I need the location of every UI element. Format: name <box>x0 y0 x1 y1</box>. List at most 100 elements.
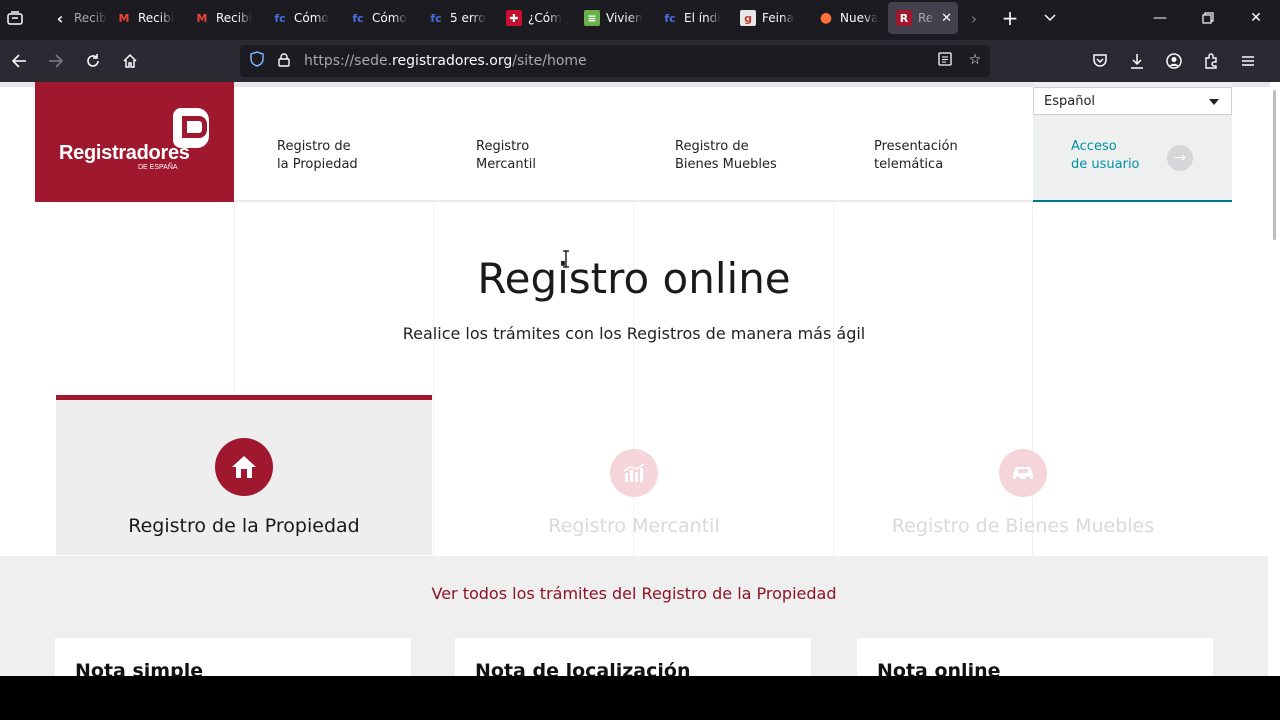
card-nota-simple[interactable]: Nota simple <box>55 638 411 676</box>
menu-registro-bienes-muebles[interactable]: Registro de Bienes Muebles <box>675 138 777 174</box>
tab-scroll-right[interactable]: › <box>958 2 990 34</box>
bookmark-star-icon[interactable]: ☆ <box>960 52 990 70</box>
category-label: Registro de la Propiedad <box>128 515 360 537</box>
url-bar[interactable]: https://sede.registradores.org/site/home… <box>240 45 990 77</box>
tab-registro-mercantil[interactable]: Registro Mercantil <box>446 395 822 555</box>
menu-label: Registro de <box>277 139 351 154</box>
minimize-button[interactable]: — <box>1136 0 1184 36</box>
caret-down-icon <box>1209 99 1219 105</box>
tab[interactable]: fc Cómo <box>264 2 342 34</box>
close-window-button[interactable]: ✕ <box>1232 0 1280 36</box>
red-cross-icon: ✚ <box>506 10 522 26</box>
card-nota-localizacion[interactable]: Nota de localización <box>455 638 811 676</box>
menu-label: Registro de <box>675 139 749 154</box>
window-controls: — ✕ <box>1136 0 1280 36</box>
page-title: Registro online <box>477 254 791 303</box>
tab[interactable]: M Recibi <box>108 2 186 34</box>
tab[interactable]: ● Nueva <box>810 2 888 34</box>
list-tabs-chevron-icon[interactable] <box>1030 2 1070 34</box>
app-menu-icon[interactable] <box>1229 40 1266 82</box>
tab-favicon: ‹ <box>56 8 64 28</box>
reader-view-icon[interactable] <box>930 52 960 70</box>
back-icon[interactable] <box>0 40 37 82</box>
category-label: Registro de Bienes Muebles <box>891 515 1155 537</box>
downloads-icon[interactable] <box>1118 40 1155 82</box>
page-scrollbar[interactable] <box>1273 90 1276 240</box>
menu-presentacion-telematica[interactable]: Presentación telemática <box>874 138 958 174</box>
firefox-icon: ● <box>819 10 833 26</box>
tab-registro-propiedad[interactable]: Registro de la Propiedad <box>56 395 432 555</box>
card-nota-online[interactable]: Nota online <box>857 638 1213 676</box>
menu-label: Presentación <box>874 139 958 154</box>
menu-label: la Propiedad <box>277 157 358 172</box>
browser-window: ‹ Recibi M Recibi M Recibi fc Cómo fc Cómo fc… <box>0 0 1280 676</box>
fc-icon: fc <box>430 11 442 25</box>
url-prefix: https://sede. <box>304 53 393 69</box>
menu-registro-propiedad[interactable]: Registro de la Propiedad <box>277 138 358 174</box>
tab-title: Reg <box>918 11 935 25</box>
forward-icon[interactable] <box>37 40 74 82</box>
fc-icon: fc <box>274 11 286 25</box>
registradores-logo[interactable]: Registradores DE ESPAÑA <box>35 82 234 202</box>
tab-title: El índi <box>684 11 721 25</box>
tab-registro-bienes-muebles[interactable]: Registro de Bienes Muebles <box>835 395 1211 555</box>
category-label: Registro Mercantil <box>548 515 720 537</box>
account-icon[interactable] <box>1155 40 1192 82</box>
tab-title: Feina <box>762 11 794 25</box>
tab-list-icon[interactable] <box>0 0 30 36</box>
fc-icon: fc <box>352 11 364 25</box>
menu-label: Mercantil <box>476 157 536 172</box>
tab[interactable]: ≡ Vivien <box>576 2 654 34</box>
url-path: /site/home <box>512 53 587 69</box>
language-select[interactable]: Español <box>1033 87 1232 115</box>
car-icon <box>999 449 1047 497</box>
gencat-icon: g <box>740 10 756 26</box>
pocket-icon[interactable] <box>1081 40 1118 82</box>
page-viewport: Registradores DE ESPAÑA Registro de la P… <box>0 82 1280 676</box>
house-icon <box>215 438 273 496</box>
restore-button[interactable] <box>1184 0 1232 36</box>
tracking-shield-icon[interactable] <box>240 51 274 71</box>
tab[interactable]: fc El índi <box>654 2 732 34</box>
spreadsheet-icon: ≡ <box>584 10 600 26</box>
card-title: Nota simple <box>75 660 204 676</box>
extensions-icon[interactable] <box>1192 40 1229 82</box>
tab[interactable]: M Recibi <box>186 2 264 34</box>
url-domain: registradores.org <box>392 53 513 69</box>
page-subtitle: Realice los trámites con los Registros d… <box>402 324 866 343</box>
registradores-favicon: R <box>896 10 912 26</box>
tab[interactable]: ✚ ¿Cóm <box>498 2 576 34</box>
close-tab-icon[interactable]: ✕ <box>941 11 952 26</box>
see-all-procedures-link[interactable]: Ver todos los trámites del Registro de l… <box>0 584 1268 603</box>
reload-icon[interactable] <box>74 40 111 82</box>
tab-title: Recibi <box>216 11 253 25</box>
menu-registro-mercantil[interactable]: Registro Mercantil <box>476 138 536 174</box>
home-icon[interactable] <box>111 40 148 82</box>
card-title: Nota de localización <box>475 660 691 676</box>
tab-title: Nueva <box>840 11 879 25</box>
tab-title: ¿Cóm <box>528 11 562 25</box>
tab[interactable]: fc 5 erro <box>420 2 498 34</box>
arrow-right-icon[interactable]: → <box>1167 145 1193 171</box>
tab[interactable]: g Feina <box>732 2 810 34</box>
tab-strip: ‹ Recibi M Recibi M Recibi fc Cómo fc Cómo fc… <box>44 2 1070 34</box>
fc-icon: fc <box>664 11 676 25</box>
tab-active[interactable]: R Reg ✕ <box>888 2 958 34</box>
text-cursor-icon <box>563 250 569 268</box>
tab-title: Recibi <box>138 11 175 25</box>
url-bar-actions: ☆ <box>930 52 990 70</box>
url-text[interactable]: https://sede.registradores.org/site/home <box>304 53 587 69</box>
tab[interactable]: ‹ Recibi <box>44 2 108 34</box>
toolbar-right <box>1081 40 1266 82</box>
card-title: Nota online <box>877 660 1001 676</box>
tab[interactable]: fc Cómo <box>342 2 420 34</box>
menu-label: Registro <box>476 139 530 154</box>
tab-title: Cómo <box>294 11 329 25</box>
procedures-section: Ver todos los trámites del Registro de l… <box>0 556 1268 676</box>
new-tab-button[interactable]: + <box>990 2 1030 34</box>
tab-title: Recibi <box>74 11 108 25</box>
lock-icon[interactable] <box>274 52 294 70</box>
nav-bar: https://sede.registradores.org/site/home… <box>0 40 1280 82</box>
tab-title: Vivien <box>606 11 643 25</box>
site-header: Registradores DE ESPAÑA Registro de la P… <box>35 82 1232 202</box>
